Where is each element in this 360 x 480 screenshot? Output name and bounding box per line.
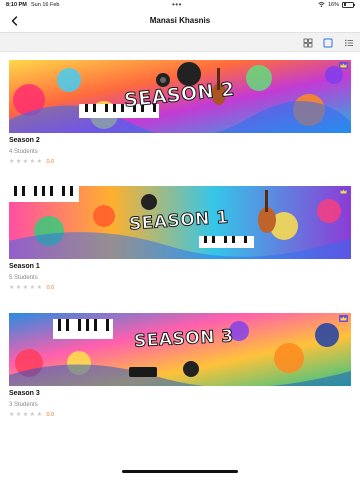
status-bar: 8:10 PM Sun 16 Feb ••• 16% [0,0,360,10]
banner-text: SEASON 1 [128,207,230,235]
student-count: 5 Students [9,275,38,281]
star-icon: ★ [9,159,15,165]
star-icon: ★ [9,412,15,418]
student-count: 4 Students [9,149,38,155]
star-icon: ★ [36,159,42,165]
grid-view-icon[interactable] [303,38,313,48]
star-icon: ★ [15,159,22,165]
star-icon: ★ [9,285,15,291]
crown-icon [339,188,348,195]
home-indicator[interactable] [122,470,238,473]
star-icon: ★ [15,285,22,291]
card-view-icon[interactable] [323,38,333,48]
banner-text-wrap: SEASON 1 [119,198,239,244]
star-icon: ★ [36,412,42,418]
page-title: Manasi Khasnis [149,16,211,25]
rating-row: ★ ★ ★ ★ ★ 0.0 [9,159,54,165]
course-title[interactable]: Season 3 [9,390,40,397]
course-card[interactable]: SEASON 1 Season 1 5 Students ★ ★ ★ ★ ★ 0… [9,186,351,301]
rating-row: ★ ★ ★ ★ ★ 0.0 [9,412,54,418]
rating-value: 0.0 [46,159,55,165]
banner-text-wrap: SEASON 2 [119,72,239,118]
status-right: 16% [318,1,355,8]
star-icon: ★ [29,412,36,418]
wifi-icon [318,2,325,8]
view-toolbar [0,32,360,52]
star-icon: ★ [29,159,36,165]
banner-text: SEASON 2 [122,78,236,112]
navigation-bar: Manasi Khasnis [0,10,360,32]
banner-text-wrap: SEASON 3 [124,319,244,359]
crown-icon [339,315,348,322]
list-view-icon[interactable] [344,38,354,48]
student-count: 3 Students [9,402,38,408]
status-date: Sun 16 Feb [31,2,60,8]
multitasking-dots[interactable]: ••• [172,0,182,9]
star-icon: ★ [29,285,36,291]
rating-row: ★ ★ ★ ★ ★ 0.0 [9,285,54,291]
rating-value: 0.0 [46,412,55,418]
rating-value: 0.0 [46,285,55,291]
course-title[interactable]: Season 1 [9,263,40,270]
banner-text: SEASON 3 [133,326,235,352]
course-card[interactable]: SEASON 3 Season 3 3 Students ★ ★ ★ ★ ★ 0… [9,313,351,428]
course-title[interactable]: Season 2 [9,137,40,144]
battery-percent: 16% [327,1,339,8]
star-icon: ★ [22,285,29,291]
course-card[interactable]: SEASON 2 Season 2 4 Students ★ ★ ★ ★ ★ 0… [9,60,351,175]
status-time: 8:10 PM [6,2,27,8]
star-icon: ★ [22,412,29,418]
battery-icon [342,1,355,8]
crown-icon [339,62,348,69]
star-icon: ★ [15,412,22,418]
star-icon: ★ [22,159,29,165]
star-icon: ★ [36,285,42,291]
